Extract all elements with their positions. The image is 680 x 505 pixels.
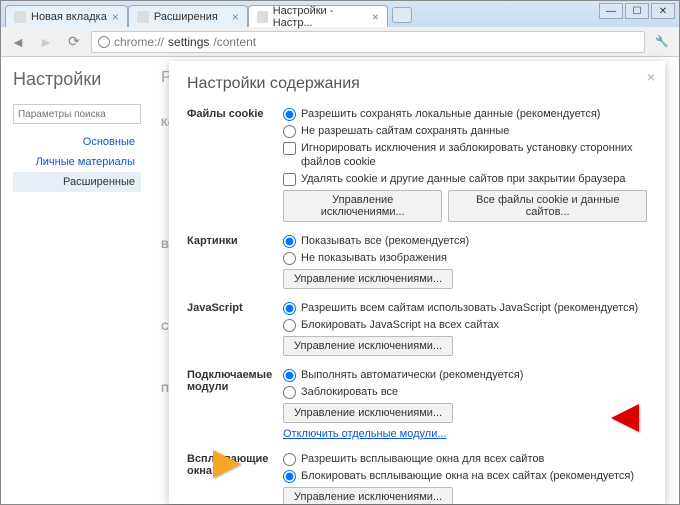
js-exceptions-button[interactable]: Управление исключениями... (283, 336, 453, 356)
option-label: Не разрешать сайтам сохранять данные (301, 124, 509, 138)
option-label: Разрешить сохранять локальные данные (ре… (301, 107, 600, 121)
section-label: Подключаемые модули (187, 368, 283, 440)
cookies-ignore-checkbox[interactable] (283, 142, 296, 155)
minimize-button[interactable]: — (599, 3, 623, 19)
dialog-title: Настройки содержания (187, 75, 647, 93)
js-allow-radio[interactable] (283, 302, 296, 315)
favicon-icon (257, 11, 268, 23)
tab-strip: Новая вкладка × Расширения × Настройки -… (1, 1, 679, 27)
address-bar[interactable]: chrome:// settings/content (91, 31, 645, 53)
option-label: Выполнять автоматически (рекомендуется) (301, 368, 523, 382)
option-label: Блокировать всплывающие окна на всех сай… (301, 469, 634, 483)
option-label: Заблокировать все (301, 385, 398, 399)
url-prefix: chrome:// (114, 35, 164, 49)
url-main: settings (168, 35, 209, 49)
option-label: Удалять cookie и другие данные сайтов пр… (301, 172, 625, 186)
section-plugins: Подключаемые модули Выполнять автоматиче… (187, 368, 647, 440)
back-button[interactable]: ◄ (7, 31, 29, 53)
sidebar-nav: Основные Личные материалы Расширенные (13, 132, 141, 192)
forward-button[interactable]: ► (35, 31, 57, 53)
tab-settings[interactable]: Настройки - Настр... × (248, 5, 388, 27)
disable-plugins-link[interactable]: Отключить отдельные модули... (283, 428, 447, 440)
section-javascript: JavaScript Разрешить всем сайтам использ… (187, 301, 647, 356)
images-exceptions-button[interactable]: Управление исключениями... (283, 269, 453, 289)
cookies-clear-checkbox[interactable] (283, 173, 296, 186)
cookies-allow-radio[interactable] (283, 108, 296, 121)
popups-exceptions-button[interactable]: Управление исключениями... (283, 487, 453, 504)
plugins-auto-radio[interactable] (283, 369, 296, 382)
option-label: Разрешить всплывающие окна для всех сайт… (301, 452, 544, 466)
cookies-exceptions-button[interactable]: Управление исключениями... (283, 190, 442, 222)
window-controls: — ☐ ✕ (599, 3, 675, 19)
red-arrow-icon (611, 404, 639, 432)
toolbar: ◄ ► ⟳ chrome:// settings/content 🔧 (1, 27, 679, 57)
section-cookies: Файлы cookie Разрешить сохранять локальн… (187, 107, 647, 222)
favicon-icon (14, 11, 26, 23)
close-icon[interactable]: × (232, 11, 239, 23)
images-hide-radio[interactable] (283, 252, 296, 265)
maximize-button[interactable]: ☐ (625, 3, 649, 19)
wrench-icon[interactable]: 🔧 (651, 31, 673, 53)
sidebar-item-advanced[interactable]: Расширенные (13, 172, 141, 192)
reload-button[interactable]: ⟳ (63, 31, 85, 53)
tab-label: Расширения (154, 11, 218, 23)
cookies-data-button[interactable]: Все файлы cookie и данные сайтов... (448, 190, 647, 222)
sidebar-item-personal[interactable]: Личные материалы (13, 152, 141, 172)
section-popups: Всплывающие окна Разрешить всплывающие о… (187, 452, 647, 504)
section-label: Картинки (187, 234, 283, 289)
section-images: Картинки Показывать все (рекомендуется) … (187, 234, 647, 289)
tab-label: Новая вкладка (31, 11, 107, 23)
option-label: Игнорировать исключения и заблокировать … (301, 141, 647, 169)
section-label: JavaScript (187, 301, 283, 356)
option-label: Показывать все (рекомендуется) (301, 234, 469, 248)
globe-icon (98, 36, 110, 48)
orange-arrow-icon (213, 450, 241, 478)
plugins-block-radio[interactable] (283, 386, 296, 399)
sidebar-item-basic[interactable]: Основные (13, 132, 141, 152)
section-label: Файлы cookie (187, 107, 283, 222)
url-suffix: /content (213, 35, 256, 49)
new-tab-button[interactable] (392, 7, 412, 23)
js-block-radio[interactable] (283, 319, 296, 332)
dialog-close-icon[interactable]: × (647, 69, 655, 85)
page-title: Настройки (13, 69, 141, 90)
close-icon[interactable]: × (372, 11, 379, 23)
plugins-exceptions-button[interactable]: Управление исключениями... (283, 403, 453, 423)
tab-extensions[interactable]: Расширения × (128, 5, 248, 27)
content-area: Настройки Основные Личные материалы Расш… (1, 57, 679, 504)
popups-block-radio[interactable] (283, 470, 296, 483)
option-label: Разрешить всем сайтам использовать JavaS… (301, 301, 638, 315)
content-settings-dialog: × Настройки содержания Файлы cookie Разр… (169, 61, 665, 504)
popups-allow-radio[interactable] (283, 453, 296, 466)
option-label: Не показывать изображения (301, 251, 447, 265)
sidebar: Настройки Основные Личные материалы Расш… (1, 57, 149, 504)
search-input[interactable] (13, 104, 141, 124)
tab-label: Настройки - Настр... (273, 5, 367, 29)
option-label: Блокировать JavaScript на всех сайтах (301, 318, 499, 332)
favicon-icon (137, 11, 149, 23)
cookies-block-radio[interactable] (283, 125, 296, 138)
close-window-button[interactable]: ✕ (651, 3, 675, 19)
tab-new[interactable]: Новая вкладка × (5, 5, 128, 27)
images-show-radio[interactable] (283, 235, 296, 248)
close-icon[interactable]: × (112, 11, 119, 23)
